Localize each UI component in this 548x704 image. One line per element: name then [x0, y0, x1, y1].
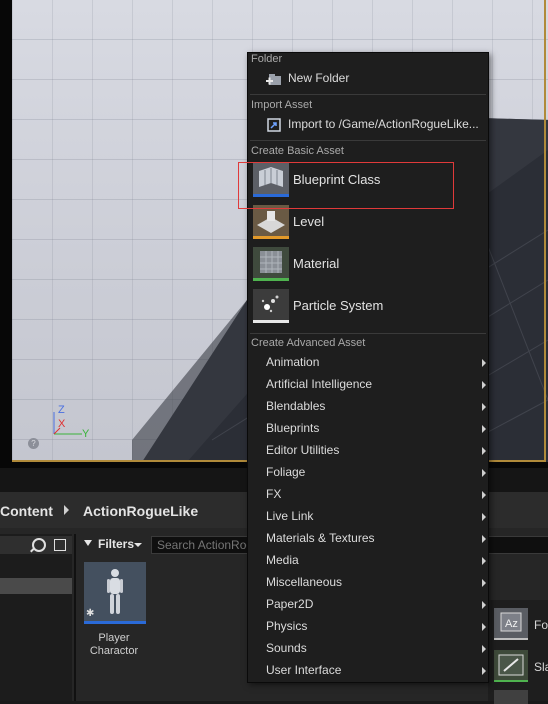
filters-label: Filters [98, 537, 135, 551]
submenu-label: Live Link [266, 509, 314, 523]
submenu-label: Physics [266, 619, 308, 633]
chevron-right-icon [482, 381, 486, 389]
new-folder-label: New Folder [288, 71, 350, 85]
particle-system-label: Particle System [293, 298, 384, 313]
submenu-blendables[interactable]: Blendables [248, 396, 488, 418]
submenu-label: Blueprints [266, 421, 320, 435]
submenu-label: Miscellaneous [266, 575, 343, 589]
slate-brush-icon[interactable] [494, 650, 528, 682]
chevron-right-icon [482, 425, 486, 433]
submenu-blueprints[interactable]: Blueprints [248, 418, 488, 440]
submenu-label: Paper2D [266, 597, 314, 611]
breadcrumb-content[interactable]: Content [0, 503, 53, 519]
menu-separator [250, 333, 486, 334]
folder-tree-panel [0, 534, 72, 701]
submenu-label: Blendables [266, 399, 326, 413]
particle-system-item[interactable]: Particle System [251, 287, 487, 327]
axis-z-label: Z [58, 404, 65, 416]
panel-splitter[interactable] [74, 534, 76, 701]
level-item[interactable]: Level [251, 203, 487, 243]
submenu-media[interactable]: Media [248, 550, 488, 572]
level-label: Level [293, 214, 325, 229]
asset-tile-player-charactor[interactable]: ✱ [84, 562, 146, 624]
chevron-right-icon [482, 491, 486, 499]
material-icon [253, 247, 289, 281]
chevron-right-icon [482, 447, 486, 455]
breadcrumb-arrow-icon[interactable] [64, 505, 69, 515]
folder-tree-selected-row[interactable] [0, 578, 72, 594]
chevron-right-icon [482, 667, 486, 675]
axis-gizmo: Z X Y [38, 398, 98, 448]
submenu-label: Foliage [266, 465, 306, 479]
submenu-artificial-intelligence[interactable]: Artificial Intelligence [248, 374, 488, 396]
axis-x-label: X [58, 418, 66, 430]
chevron-right-icon [482, 623, 486, 631]
axis-y-label: Y [82, 428, 90, 440]
level-icon [253, 205, 289, 239]
chevron-down-icon [134, 543, 142, 547]
view-options-icon[interactable] [54, 539, 66, 551]
chevron-right-icon [482, 579, 486, 587]
submenu-editor-utilities[interactable]: Editor Utilities [248, 440, 488, 462]
submenu-paper2d[interactable]: Paper2D [248, 594, 488, 616]
breadcrumb-actionroguelike[interactable]: ActionRogueLike [83, 503, 198, 519]
chevron-right-icon [482, 403, 486, 411]
submenu-sounds[interactable]: Sounds [248, 638, 488, 660]
section-header-advanced: Create Advanced Asset [251, 337, 366, 349]
new-folder-item[interactable]: New Folder [248, 68, 488, 90]
submenu-physics[interactable]: Physics [248, 616, 488, 638]
blueprint-class-item[interactable]: Blueprint Class [251, 161, 487, 201]
character-mannequin-icon [107, 569, 123, 614]
help-icon[interactable]: ? [28, 438, 39, 449]
menu-separator [250, 140, 486, 141]
particle-system-icon [253, 289, 289, 323]
font-icon[interactable]: Az [494, 608, 528, 640]
submenu-label: Materials & Textures [266, 531, 375, 545]
font-asset-label[interactable]: Fo [534, 618, 548, 632]
import-label: Import to /Game/ActionRogueLike... [288, 117, 479, 131]
chevron-right-icon [482, 535, 486, 543]
search-icon[interactable] [32, 538, 46, 552]
import-icon [267, 118, 281, 132]
submenu-label: User Interface [266, 663, 342, 677]
submenu-user-interface[interactable]: User Interface [248, 660, 488, 682]
blueprint-class-icon [253, 163, 289, 197]
submenu-fx[interactable]: FX [248, 484, 488, 506]
submenu-label: Animation [266, 355, 320, 369]
context-menu: Folder New Folder Import Asset Import to… [247, 52, 489, 683]
asset-name-label: Player Charactor [89, 632, 139, 657]
chevron-right-icon [482, 645, 486, 653]
asset-icon[interactable] [494, 690, 528, 704]
svg-text:Az: Az [505, 618, 518, 630]
asset-type-star-icon: ✱ [86, 608, 95, 619]
section-header-import: Import Asset [251, 99, 313, 111]
chevron-right-icon [482, 513, 486, 521]
chevron-right-icon [482, 469, 486, 477]
submenu-label: FX [266, 487, 282, 501]
submenu-animation[interactable]: Animation [248, 352, 488, 374]
filter-icon [84, 540, 92, 546]
chevron-right-icon [482, 557, 486, 565]
folder-search-bar[interactable] [0, 536, 72, 554]
submenu-live-link[interactable]: Live Link [248, 506, 488, 528]
submenu-label: Artificial Intelligence [266, 377, 373, 391]
submenu-foliage[interactable]: Foliage [248, 462, 488, 484]
chevron-right-icon [482, 359, 486, 367]
menu-separator [250, 94, 486, 95]
submenu-materials-textures[interactable]: Materials & Textures [248, 528, 488, 550]
section-header-folder: Folder [251, 53, 283, 65]
material-label: Material [293, 256, 340, 271]
submenu-label: Media [266, 553, 299, 567]
section-header-basic: Create Basic Asset [251, 145, 344, 157]
import-item[interactable]: Import to /Game/ActionRogueLike... [248, 114, 488, 136]
submenu-label: Sounds [266, 641, 307, 655]
submenu-label: Editor Utilities [266, 443, 340, 457]
submenu-miscellaneous[interactable]: Miscellaneous [248, 572, 488, 594]
blueprint-class-label: Blueprint Class [293, 172, 381, 187]
slate-asset-label[interactable]: Sla [534, 660, 548, 674]
new-folder-icon [266, 74, 281, 85]
chevron-right-icon [482, 601, 486, 609]
material-item[interactable]: Material [251, 245, 487, 285]
